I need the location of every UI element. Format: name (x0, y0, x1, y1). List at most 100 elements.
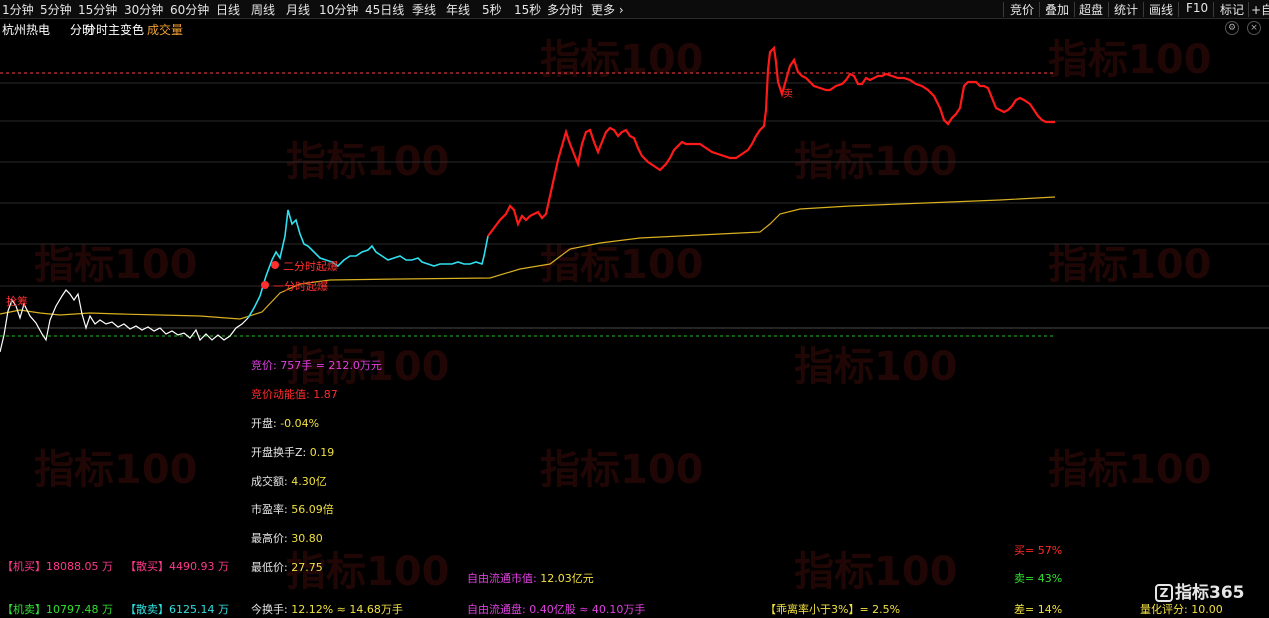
draw-line-button[interactable]: 画线 (1149, 1, 1173, 18)
signal-label: 卖 (783, 89, 793, 100)
deviation-stat: 【乖离率小于3%】= 2.5% (765, 601, 900, 617)
float-mv-stat: 自由流通市值: 12.03亿元 (467, 570, 594, 586)
grid (0, 82, 1269, 329)
period-weekly[interactable]: 周线 (251, 1, 275, 18)
stat-label: 【乖离率小于3%】= (765, 603, 873, 616)
retail-buy-stat: 【散买】4490.93 万 (125, 558, 229, 574)
stat-value: 0.19 (309, 446, 335, 459)
signal-label: 一分时起爆 (273, 280, 328, 293)
indicator-name: 分时主变色 (84, 23, 145, 37)
stat-label: 今换手: (251, 603, 292, 616)
stat-label: 最低价: (251, 561, 292, 574)
period-daily[interactable]: 日线 (216, 1, 240, 18)
stat-label: 市盈率: (251, 503, 292, 516)
stat-label: 【散卖】 (125, 603, 169, 616)
stat-value: 18088.05 万 (46, 560, 113, 573)
stat-value: 10.00 (1191, 603, 1223, 616)
sell-ratio-stat: 卖= 43% (1014, 572, 1063, 585)
brand-logo-mark: Z (1155, 584, 1173, 602)
indicator-name: 成交量 (147, 23, 184, 37)
toolbar-divider (1003, 2, 1004, 17)
brand-logo: Z 指标365 (1155, 578, 1245, 603)
stat-value: 4490.93 万 (169, 560, 229, 573)
period-yearly[interactable]: 年线 (446, 1, 470, 18)
bid-button[interactable]: 竞价 (1010, 1, 1034, 18)
stat-value: 4.30亿 (291, 475, 327, 488)
buy-ratio-stat: 买= 57% (1014, 544, 1063, 557)
period-15sec[interactable]: 15秒 (514, 1, 541, 18)
amount-stat: 成交额: 4.30亿 (251, 473, 327, 489)
retail-sell-stat: 【散卖】6125.14 万 (125, 601, 229, 617)
stat-value: 27.75 (291, 561, 323, 574)
stat-value: -0.04% (280, 417, 320, 430)
bid-energy-stat: 竞价动能值: 1.87 (251, 386, 338, 402)
close-icon[interactable]: × (1247, 21, 1261, 35)
stat-label: 成交额: (251, 475, 292, 488)
bid-stat: 竞价: 757手 = 212.0万元 (251, 359, 382, 372)
period-5sec[interactable]: 5秒 (482, 1, 502, 18)
period-10min[interactable]: 10分钟 (319, 1, 358, 18)
period-60min[interactable]: 60分钟 (170, 1, 209, 18)
settings-icon[interactable]: ⚙ (1225, 21, 1239, 35)
stat-label: 开盘换手Z: (251, 446, 310, 459)
stat-value: 56.09倍 (291, 503, 334, 516)
stock-name: 杭州热电 (2, 23, 51, 37)
signal-label: 二分时起爆 (283, 260, 338, 273)
diff-ratio-stat: 差= 14% (1014, 603, 1063, 616)
toolbar-divider (1213, 2, 1214, 17)
toolbar-divider (1248, 2, 1249, 17)
stat-value: 1.87 (313, 388, 338, 401)
period-5min[interactable]: 5分钟 (40, 1, 72, 18)
price-line-red (487, 45, 1055, 237)
stat-value: 12.12% ≈ 14.68万手 (291, 603, 403, 616)
toolbar-divider (1178, 2, 1179, 17)
stat-value: 12.03亿元 (540, 572, 594, 585)
brand-logo-text: 指标365 (1175, 583, 1245, 603)
stat-label: 量化评分: (1140, 603, 1192, 616)
period-1min[interactable]: 1分钟 (2, 1, 34, 18)
stat-value: 0.40亿股 ≈ 40.10万手 (529, 603, 646, 616)
stat-value: 2.5% (872, 603, 901, 616)
period-more[interactable]: 更多 › (591, 1, 624, 18)
stat-label: 【散买】 (125, 560, 169, 573)
super-button[interactable]: 超盘 (1079, 1, 1103, 18)
add-custom-button[interactable]: +自 (1251, 1, 1269, 18)
avg-price-line (0, 196, 1056, 320)
toolbar-divider (1108, 2, 1109, 17)
overlay-button[interactable]: 叠加 (1045, 1, 1069, 18)
period-toolbar: 1分钟 5分钟 15分钟 30分钟 60分钟 日线 周线 月线 10分钟 45日… (0, 0, 1269, 19)
high-price-stat: 最高价: 30.80 (251, 530, 323, 546)
toolbar-divider (1074, 2, 1075, 17)
stat-label: 最高价: (251, 532, 292, 545)
inst-sell-stat: 【机卖】10797.48 万 (2, 601, 113, 617)
inst-buy-stat: 【机买】18088.05 万 (2, 558, 113, 574)
turnover-stat: 今换手: 12.12% ≈ 14.68万手 (251, 601, 403, 617)
period-monthly[interactable]: 月线 (286, 1, 310, 18)
period-multi-intraday[interactable]: 多分时 (547, 1, 583, 18)
stat-value: 10797.48 万 (46, 603, 113, 616)
score-stat: 量化评分: 10.00 (1140, 601, 1223, 617)
stat-label: 【机买】 (2, 560, 46, 573)
float-shares-stat: 自由流通盘: 0.40亿股 ≈ 40.10万手 (467, 601, 645, 617)
low-price-stat: 最低价: 27.75 (251, 559, 323, 575)
stat-label: 自由流通盘: (467, 603, 530, 616)
f10-button[interactable]: F10 (1186, 1, 1208, 15)
period-45day[interactable]: 45日线 (365, 1, 404, 18)
period-30min[interactable]: 30分钟 (124, 1, 163, 18)
period-more-label: 更多 (591, 3, 616, 17)
mark-button[interactable]: 标记 (1220, 1, 1244, 18)
open-stat: 开盘: -0.04% (251, 415, 319, 431)
toolbar-divider (1039, 2, 1040, 17)
period-quarterly[interactable]: 季线 (412, 1, 436, 18)
period-15min[interactable]: 15分钟 (78, 1, 117, 18)
stat-label: 【机卖】 (2, 603, 46, 616)
stat-value: 6125.14 万 (169, 603, 229, 616)
chevron-right-icon: › (615, 3, 624, 17)
signal-label: 抢筹 (6, 295, 28, 308)
price-line-white (0, 289, 249, 353)
stat-label: 自由流通市值: (467, 572, 541, 585)
toolbar-divider (1143, 2, 1144, 17)
intraday-chart[interactable] (0, 38, 1269, 618)
open-turnover-stat: 开盘换手Z: 0.19 (251, 444, 334, 460)
stats-button[interactable]: 统计 (1114, 1, 1138, 18)
